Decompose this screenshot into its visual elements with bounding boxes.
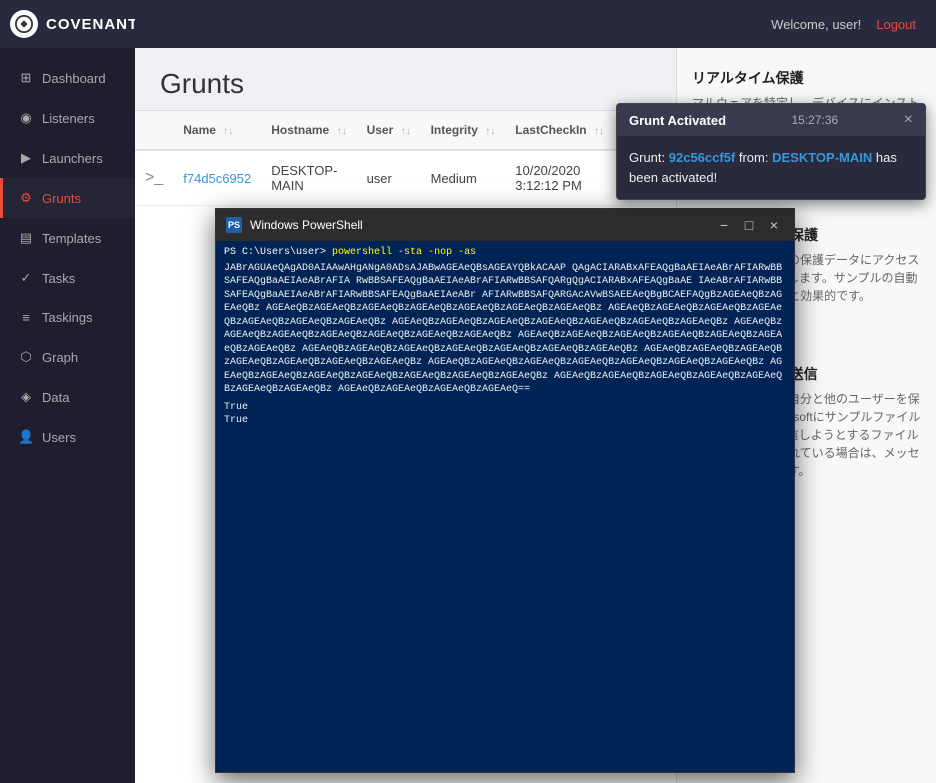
graph-icon: ⬡ — [18, 349, 34, 365]
col-integrity[interactable]: Integrity ↑↓ — [421, 111, 506, 150]
page-title: Grunts — [160, 68, 651, 100]
sidebar-label-dashboard: Dashboard — [42, 71, 106, 86]
sidebar: COVENANT ⊞ Dashboard ◉ Listeners ▶ Launc… — [0, 0, 135, 783]
top-header: Welcome, user! Logout — [135, 0, 936, 48]
row-user: user — [357, 150, 421, 206]
col-cmd — [135, 111, 173, 150]
sidebar-label-tasks: Tasks — [42, 271, 75, 286]
ps-icon-label: PS — [228, 220, 240, 230]
sidebar-item-templates[interactable]: ▤ Templates — [0, 218, 135, 258]
sidebar-label-grunts: Grunts — [42, 191, 81, 206]
sort-user-icon: ↑↓ — [401, 126, 411, 137]
ps-content: PS C:\Users\user> powershell -sta -nop -… — [216, 241, 676, 772]
sidebar-nav: ⊞ Dashboard ◉ Listeners ▶ Launchers ⚙ Gr… — [0, 58, 135, 457]
sidebar-item-data[interactable]: ◈ Data — [0, 377, 135, 417]
sidebar-label-listeners: Listeners — [42, 111, 95, 126]
sidebar-item-taskings[interactable]: ≡ Taskings — [0, 298, 135, 337]
page-area: Grunts Name ↑↓ Hostname ↑↓ — [135, 48, 676, 783]
grunts-icon: ⚙ — [18, 190, 34, 206]
notification-title: Grunt Activated — [629, 113, 676, 128]
launchers-icon: ▶ — [18, 150, 34, 166]
ps-titlebar: PS Windows PowerShell − □ × — [216, 209, 676, 241]
dashboard-icon: ⊞ — [18, 70, 34, 86]
col-lastcheckin[interactable]: LastCheckIn ↑↓ — [505, 111, 614, 150]
logout-button[interactable]: Logout — [876, 17, 916, 32]
sort-hostname-icon: ↑↓ — [337, 126, 347, 137]
powershell-window: PS Windows PowerShell − □ × PS C:\Users\… — [215, 208, 676, 773]
welcome-text: Welcome, user! — [771, 17, 861, 32]
table-header-row: Name ↑↓ Hostname ↑↓ User ↑↓ — [135, 111, 676, 150]
sidebar-item-dashboard[interactable]: ⊞ Dashboard — [0, 58, 135, 98]
col-hostname-label: Hostname — [271, 123, 329, 137]
page-title-bar: Grunts — [135, 48, 676, 111]
ps-result-1: True — [224, 401, 676, 415]
row-lastcheckin: 10/20/2020 3:12:12 PM — [505, 150, 614, 206]
sidebar-item-listeners[interactable]: ◉ Listeners — [0, 98, 135, 138]
sidebar-item-grunts[interactable]: ⚙ Grunts — [0, 178, 135, 218]
grunts-table: Name ↑↓ Hostname ↑↓ User ↑↓ — [135, 111, 676, 206]
notification-body: Grunt: 92c56ccf5f from: DESKTOP-MAIN has… — [617, 136, 676, 199]
ps-title: Windows PowerShell — [250, 218, 676, 232]
col-hostname[interactable]: Hostname ↑↓ — [261, 111, 356, 150]
ps-app-icon: PS — [226, 217, 242, 233]
ps-command: powershell -sta -nop -as — [332, 247, 476, 258]
logo-icon — [10, 10, 38, 38]
sidebar-item-launchers[interactable]: ▶ Launchers — [0, 138, 135, 178]
sidebar-label-launchers: Launchers — [42, 151, 103, 166]
col-lastcheckin-label: LastCheckIn — [515, 123, 586, 137]
grunt-notification: Grunt Activated 15:27:36 × Grunt: 92c56c… — [616, 103, 676, 200]
sidebar-item-users[interactable]: 👤 Users — [0, 417, 135, 457]
col-user[interactable]: User ↑↓ — [357, 111, 421, 150]
templates-icon: ▤ — [18, 230, 34, 246]
listeners-icon: ◉ — [18, 110, 34, 126]
users-icon: 👤 — [18, 429, 34, 445]
tasks-icon: ✓ — [18, 270, 34, 286]
notification-message: Grunt: 92c56ccf5f from: DESKTOP-MAIN has… — [629, 148, 676, 187]
sidebar-label-users: Users — [42, 430, 76, 445]
sort-integrity-icon: ↑↓ — [485, 126, 495, 137]
ps-output: JABrAGUAeQAgAD0AIAAwAHgANgA0ADsAJABwAGEA… — [224, 262, 676, 397]
col-name[interactable]: Name ↑↓ — [173, 111, 261, 150]
ps-prompt-line: PS C:\Users\user> powershell -sta -nop -… — [224, 246, 676, 260]
data-icon: ◈ — [18, 389, 34, 405]
sort-name-icon: ↑↓ — [223, 126, 233, 137]
taskings-icon: ≡ — [18, 310, 34, 325]
row-integrity: Medium — [421, 150, 506, 206]
sort-lastcheckin-icon: ↑↓ — [594, 126, 604, 137]
col-integrity-label: Integrity — [431, 123, 478, 137]
sidebar-label-graph: Graph — [42, 350, 78, 365]
app-logo: COVENANT — [0, 0, 135, 48]
col-name-label: Name — [183, 123, 216, 137]
notification-grunt-id: 92c56ccf5f — [669, 150, 676, 165]
ps-result-2: True — [224, 414, 676, 428]
sidebar-label-data: Data — [42, 390, 69, 405]
table-row: >_ f74d5c6952 DESKTOP-MAIN user Medium 1… — [135, 150, 676, 206]
row-name[interactable]: f74d5c6952 — [173, 150, 261, 206]
app-name: COVENANT — [46, 16, 138, 33]
grunt-id-link[interactable]: f74d5c6952 — [183, 171, 251, 186]
sidebar-label-taskings: Taskings — [42, 310, 93, 325]
sidebar-label-templates: Templates — [42, 231, 101, 246]
row-hostname: DESKTOP-MAIN — [261, 150, 356, 206]
col-user-label: User — [367, 123, 394, 137]
notification-header: Grunt Activated 15:27:36 × — [617, 104, 676, 136]
ps-prompt: PS C:\Users\user> — [224, 247, 326, 258]
row-cmd[interactable]: >_ — [135, 150, 173, 206]
sidebar-item-tasks[interactable]: ✓ Tasks — [0, 258, 135, 298]
sidebar-item-graph[interactable]: ⬡ Graph — [0, 337, 135, 377]
av-realtime-title: リアルタイム保護 — [692, 68, 921, 88]
